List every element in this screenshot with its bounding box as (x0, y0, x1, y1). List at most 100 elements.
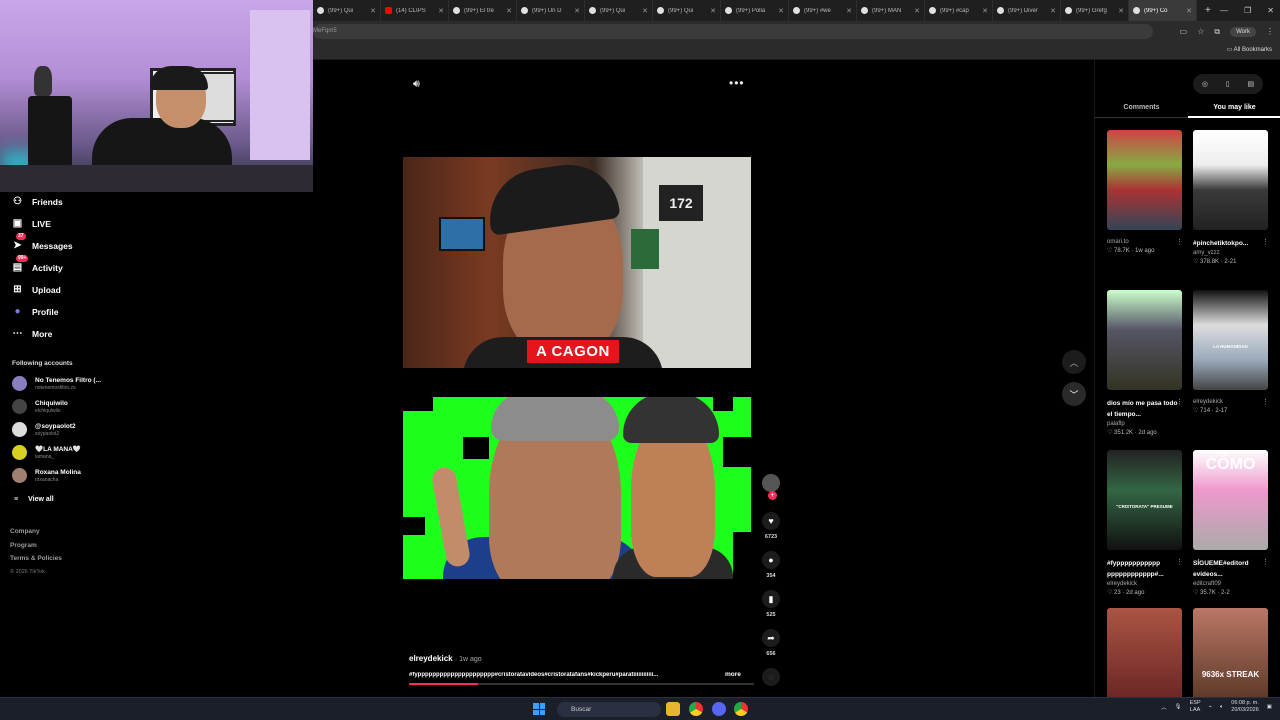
recommended-video-card[interactable]: CÓMO SÍGUEME#editord evideos... editcraft0… (1193, 450, 1269, 598)
video-frame-top[interactable]: 172 A CAGON (403, 157, 751, 368)
previous-video-button[interactable]: ︿ (1062, 350, 1086, 374)
save-action[interactable]: ▮ 525 (759, 590, 783, 618)
sidebar-item-live[interactable]: ▣ LIVE (12, 218, 51, 229)
phone-icon[interactable]: ▯ (1226, 80, 1230, 88)
video-frame-bottom[interactable] (403, 397, 751, 579)
sidebar-item-upload[interactable]: ⊞ Upload (12, 284, 61, 295)
browser-tab[interactable]: (14) CLIPS ✕ (381, 0, 449, 21)
card-author[interactable]: elreydekick (1107, 580, 1183, 589)
close-tab-icon[interactable]: ✕ (1118, 7, 1124, 15)
following-account[interactable]: Roxana Molina roxanacha (12, 468, 81, 483)
recommended-video-card[interactable]: omari.to ♡ 78.7K · 1w ago ⋮ (1107, 130, 1183, 256)
close-tab-icon[interactable]: ✕ (438, 7, 444, 15)
browser-tab[interactable]: (99+) MAN ✕ (857, 0, 925, 21)
close-tab-icon[interactable]: ✕ (1186, 7, 1192, 15)
close-window-icon[interactable]: ✕ (1267, 6, 1274, 15)
close-tab-icon[interactable]: ✕ (982, 7, 988, 15)
tab-you-may-like[interactable]: You may like (1188, 100, 1280, 118)
close-tab-icon[interactable]: ✕ (574, 7, 580, 15)
video-thumbnail[interactable]: 9636x STREAK (1193, 608, 1268, 708)
minimize-icon[interactable]: — (1220, 6, 1228, 15)
browser-tab[interactable]: (99+) Diver ✕ (993, 0, 1061, 21)
sidebar-item-friends[interactable]: ⚇ Friends (12, 196, 63, 207)
video-thumbnail[interactable]: "CRISTORATA" PRESUME (1107, 450, 1182, 550)
sidebar-item-more[interactable]: ⋯ More (12, 328, 53, 339)
volume-icon[interactable]: 🔊︎ (413, 78, 420, 91)
following-account[interactable]: No Tenemos Filtro (... notenemosfiltro.zs (12, 376, 101, 391)
browser-tab[interactable]: (99+) #we ✕ (789, 0, 857, 21)
close-tab-icon[interactable]: ✕ (778, 7, 784, 15)
video-thumbnail[interactable] (1193, 130, 1268, 230)
speaker-icon[interactable]: 🔈︎ (1220, 704, 1223, 711)
creator-avatar[interactable] (762, 474, 780, 492)
discord-icon[interactable] (712, 702, 726, 716)
browser-tab[interactable]: (99+) Qui ✕ (585, 0, 653, 21)
file-explorer-icon[interactable] (666, 702, 680, 716)
follow-plus-icon[interactable]: + (768, 491, 777, 500)
card-author[interactable]: omari.to (1107, 238, 1183, 247)
card-title[interactable]: #fyppppppppppp pppppppppppp#... (1107, 558, 1183, 580)
view-all-link[interactable]: ≡ View all (14, 496, 54, 503)
description-more-button[interactable]: more (725, 671, 741, 678)
comment-icon[interactable]: ● (762, 551, 780, 569)
card-title[interactable]: dios mío me pasa todo el tiempo... (1107, 398, 1183, 420)
browser-tab[interactable]: (99+) Co ✕ (1129, 0, 1197, 21)
following-account[interactable]: 🤍LA MANA🤍 lamana_ (12, 445, 81, 460)
card-options-icon[interactable]: ⋮ (1176, 398, 1183, 406)
chrome-active-icon[interactable] (734, 702, 748, 716)
microphone-icon[interactable]: 🎙︎ (1175, 704, 1182, 710)
video-thumbnail[interactable] (1107, 130, 1182, 230)
more-options-icon[interactable]: ••• (729, 76, 745, 90)
browser-tab[interactable]: (99+) Grefg ✕ (1061, 0, 1129, 21)
browser-tab[interactable]: (99+) Qui ✕ (653, 0, 721, 21)
video-thumbnail[interactable] (1107, 608, 1182, 708)
video-hashtags[interactable]: #fyppppppppppppppppppppp#cristoratavideo… (409, 672, 721, 678)
new-tab-icon[interactable]: + (1197, 5, 1219, 16)
bookmark-star-icon[interactable]: ☆ (1197, 27, 1204, 36)
close-tab-icon[interactable]: ✕ (506, 7, 512, 15)
recommended-video-card[interactable]: #pinchetiktokpo... amy_vzzz ♡ 378.8K · 2-2… (1193, 130, 1269, 267)
heart-icon[interactable]: ♥ (762, 512, 780, 530)
following-account[interactable]: Chiquiwilo elchiquiwilo (12, 399, 68, 414)
card-options-icon[interactable]: ⋮ (1262, 398, 1269, 406)
video-thumbnail[interactable]: LA HUMANIDAD (1193, 290, 1268, 390)
card-title[interactable]: SÍGUEME#editord evideos... (1193, 558, 1269, 580)
recommended-video-card[interactable] (1107, 608, 1183, 708)
sidebar-item-messages[interactable]: ➤ 37 Messages (12, 233, 73, 251)
windows-start-icon[interactable] (533, 703, 545, 715)
extensions-icon[interactable]: ⧉ (1214, 27, 1220, 37)
sidebar-item-profile[interactable]: ● Profile (12, 306, 58, 317)
url-field[interactable]: MeFqm5 (313, 24, 1153, 39)
recommended-video-card[interactable]: dios mío me pasa todo el tiempo... palafl… (1107, 290, 1183, 438)
close-tab-icon[interactable]: ✕ (370, 7, 376, 15)
video-thumbnail[interactable]: CÓMO (1193, 450, 1268, 550)
recommended-video-card[interactable]: 9636x STREAK (1193, 608, 1269, 708)
card-author[interactable]: editcraft09 (1193, 580, 1269, 589)
chrome-icon[interactable] (689, 702, 703, 716)
all-bookmarks-button[interactable]: ▭ All Bookmarks (1227, 46, 1272, 53)
tray-chevron-icon[interactable]: ︿ (1161, 703, 1167, 711)
browser-tab[interactable]: (99+) Polla ✕ (721, 0, 789, 21)
browser-tab[interactable]: (99+) Un D ✕ (517, 0, 585, 21)
profile-button[interactable]: Work (1230, 26, 1256, 37)
maximize-icon[interactable]: ❐ (1244, 6, 1251, 15)
card-author[interactable]: palaflp (1107, 420, 1183, 429)
input-language[interactable]: ESP LAA (1190, 700, 1201, 714)
comment-action[interactable]: ● 354 (759, 551, 783, 579)
browser-tab[interactable]: (99+) #cap ✕ (925, 0, 993, 21)
card-author[interactable]: elreydekick (1193, 398, 1269, 407)
like-action[interactable]: ♥ 6723 (759, 512, 783, 540)
share-action[interactable]: ➦ 656 (759, 629, 783, 657)
close-tab-icon[interactable]: ✕ (914, 7, 920, 15)
card-title[interactable]: #pinchetiktokpo... (1193, 238, 1269, 249)
notifications-icon[interactable]: ▣ (1267, 704, 1272, 710)
recommended-video-card[interactable]: "CRISTORATA" PRESUME #fyppppppppppp ppppp… (1107, 450, 1183, 598)
share-icon[interactable]: ➦ (762, 629, 780, 647)
bookmark-icon[interactable]: ▮ (762, 590, 780, 608)
install-app-icon[interactable]: ▭ (1180, 27, 1188, 36)
sidebar-item-activity[interactable]: ▤ 99+ Activity (12, 255, 63, 273)
video-progress-bar[interactable] (409, 683, 754, 685)
close-tab-icon[interactable]: ✕ (1050, 7, 1056, 15)
author-name[interactable]: elreydekick (409, 654, 453, 663)
video-thumbnail[interactable] (1107, 290, 1182, 390)
